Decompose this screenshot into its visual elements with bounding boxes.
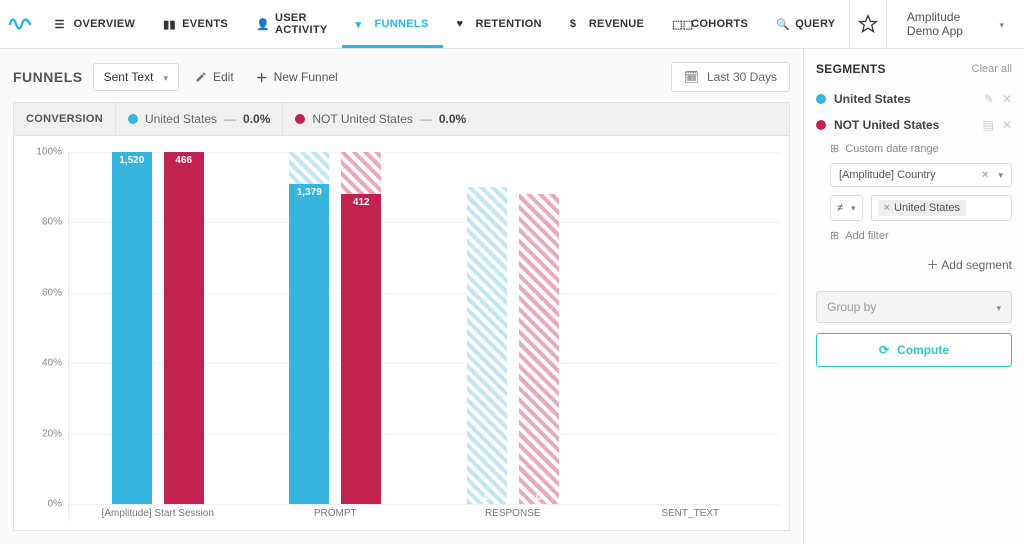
y-tick: 100% [36, 147, 62, 158]
filter-value-tag: ×United States [878, 200, 966, 216]
segments-sidebar: SEGMENTS Clear all United States ✎✕ NOT … [804, 49, 1024, 544]
refresh-icon: ⟳ [879, 343, 889, 357]
segment-item-1[interactable]: United States ✎✕ [816, 86, 1012, 112]
nav-events[interactable]: ▮▮EVENTS [149, 0, 242, 48]
funnel-toolbar: FUNNELS Sent Text Edit ＋ New Funnel 🗓 La… [13, 62, 790, 92]
chart-group: 00 [424, 152, 602, 504]
filter-field-select[interactable]: [Amplitude] Country × [830, 163, 1012, 187]
star-icon [858, 14, 878, 34]
nav-query[interactable]: 🔍QUERY [762, 0, 849, 48]
app-header: ☰OVERVIEW ▮▮EVENTS 👤USER ACTIVITY ▾FUNNE… [0, 0, 1024, 49]
calendar-icon: 🗓 [684, 70, 699, 84]
bar-value: 1,520 [112, 155, 152, 166]
chevron-down-icon [994, 169, 1003, 181]
conversion-seg-2: NOT United States — 0.0% [282, 103, 478, 135]
plus-box-icon: ⊞ [830, 142, 839, 155]
conversion-bar: CONVERSION United States — 0.0% NOT Unit… [13, 102, 790, 136]
main-nav: ☰OVERVIEW ▮▮EVENTS 👤USER ACTIVITY ▾FUNNE… [41, 0, 850, 48]
nav-overview[interactable]: ☰OVERVIEW [41, 0, 150, 48]
favorite-button[interactable] [849, 0, 887, 48]
remove-tag-icon[interactable]: × [884, 202, 890, 214]
custom-date-range-button[interactable]: ⊞Custom date range [830, 142, 1012, 155]
chart-bar[interactable]: 1,520 [112, 152, 152, 504]
cohorts-icon: ⬚⬚ [672, 18, 685, 31]
filter-operator-select[interactable]: ≠ [830, 195, 863, 221]
chart-bar[interactable]: 466 [164, 152, 204, 504]
conversion-label: CONVERSION [14, 104, 115, 134]
chevron-down-icon [847, 202, 856, 214]
new-funnel-button[interactable]: ＋ New Funnel [250, 69, 344, 86]
bar-value: 1,379 [289, 187, 329, 198]
segments-title: SEGMENTS [816, 62, 886, 76]
plus-box-icon: ⊞ [830, 229, 839, 242]
pencil-icon [195, 71, 207, 83]
funnel-select[interactable]: Sent Text [93, 63, 179, 91]
content-area: FUNNELS Sent Text Edit ＋ New Funnel 🗓 La… [0, 49, 804, 544]
group-by-select[interactable]: Group by [816, 291, 1012, 323]
segment-color-dot [128, 114, 138, 124]
x-label: SENT_TEXT [602, 504, 780, 522]
edit-button[interactable]: Edit [189, 70, 240, 84]
bars-icon: ▮▮ [163, 18, 176, 31]
add-segment-button[interactable]: ＋ Add segment [816, 256, 1012, 273]
compute-button[interactable]: ⟳Compute [816, 333, 1012, 367]
chart-group: 1,379 412 [247, 152, 425, 504]
y-tick: 40% [42, 358, 62, 369]
segment-color-dot [295, 114, 305, 124]
nav-revenue[interactable]: $REVENUE [556, 0, 658, 48]
segment-color-dot [816, 94, 826, 104]
chart-bar[interactable]: 412 [341, 152, 381, 504]
chart-group: 1,520 466 [69, 152, 247, 504]
page-title: FUNNELS [13, 69, 83, 85]
y-tick: 20% [42, 428, 62, 439]
chart-bar[interactable]: 0 [467, 187, 507, 504]
chevron-down-icon [995, 17, 1004, 31]
logo[interactable] [0, 0, 41, 48]
remove-filter-icon[interactable]: × [982, 169, 988, 181]
clear-all-button[interactable]: Clear all [972, 63, 1012, 75]
close-icon[interactable]: ✕ [1002, 92, 1012, 106]
conversion-seg-1: United States — 0.0% [115, 103, 282, 135]
y-tick: 0% [48, 499, 62, 510]
search-icon: 🔍 [776, 18, 789, 31]
dashboard-icon: ☰ [55, 18, 68, 31]
app-selector[interactable]: Amplitude Demo App [887, 0, 1024, 48]
nav-user-activity[interactable]: 👤USER ACTIVITY [242, 0, 342, 48]
x-label: PROMPT [247, 504, 425, 522]
plus-icon: ＋ [927, 258, 939, 272]
dollar-icon: $ [570, 18, 583, 31]
x-label: RESPONSE [424, 504, 602, 522]
plus-icon: ＋ [256, 69, 268, 86]
chevron-down-icon [992, 300, 1001, 314]
add-filter-button[interactable]: ⊞Add filter [830, 229, 1012, 242]
y-tick: 60% [42, 287, 62, 298]
chart-bar[interactable]: 0 [519, 194, 559, 504]
funnel-icon: ▾ [356, 18, 369, 31]
funnel-chart: 0% 20% 40% 60% 80% 100% 1,520 466 1,379 412 00 [Amp… [13, 136, 790, 531]
date-range-button[interactable]: 🗓 Last 30 Days [671, 62, 790, 92]
nav-funnels[interactable]: ▾FUNNELS [342, 0, 443, 48]
chart-group [602, 152, 780, 504]
segment-item-2[interactable]: NOT United States ▤✕ [816, 112, 1012, 138]
chevron-down-icon [159, 70, 168, 84]
close-icon[interactable]: ✕ [1002, 118, 1012, 132]
save-icon[interactable]: ▤ [983, 118, 994, 132]
bar-value: 412 [341, 197, 381, 208]
chart-bar[interactable]: 1,379 [289, 152, 329, 504]
filter-value-input[interactable]: ×United States [871, 195, 1012, 221]
bar-value: 466 [164, 155, 204, 166]
nav-retention[interactable]: ♥RETENTION [443, 0, 556, 48]
pencil-icon[interactable]: ✎ [984, 92, 994, 106]
heart-icon: ♥ [457, 18, 470, 31]
segment-color-dot [816, 120, 826, 130]
x-label: [Amplitude] Start Session [69, 504, 247, 522]
user-icon: 👤 [256, 18, 269, 31]
y-tick: 80% [42, 217, 62, 228]
nav-cohorts[interactable]: ⬚⬚COHORTS [658, 0, 762, 48]
